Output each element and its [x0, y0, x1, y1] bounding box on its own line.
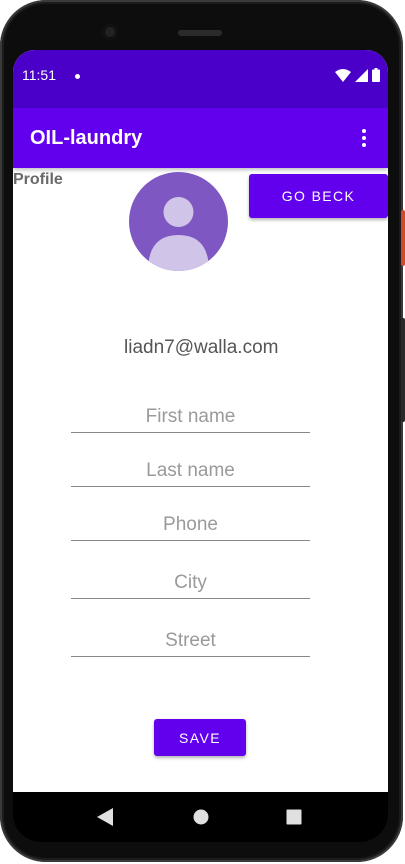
profile-label: Profile [13, 171, 63, 188]
email-text: liadn7@walla.com [124, 337, 279, 358]
cellular-signal-icon [355, 68, 368, 82]
status-bar: 11:51 [13, 50, 388, 108]
save-button[interactable]: SAVE [154, 719, 246, 756]
earpiece-speaker [178, 30, 222, 36]
status-icons [335, 68, 380, 82]
app-screen: 11:51 OIL-laundry Profile GO BECK liadn7… [13, 50, 388, 792]
back-triangle-icon[interactable] [97, 808, 113, 826]
phone-field[interactable] [71, 510, 310, 541]
go-back-button[interactable]: GO BECK [249, 174, 388, 218]
app-bar: OIL-laundry [13, 108, 388, 168]
navigation-bar [13, 792, 388, 842]
phone-frame: 11:51 OIL-laundry Profile GO BECK liadn7… [0, 0, 405, 862]
more-vert-icon[interactable] [352, 126, 376, 150]
account-circle-icon [129, 172, 228, 271]
notification-dot [75, 74, 80, 79]
street-field[interactable] [71, 626, 310, 657]
home-circle-icon[interactable] [193, 808, 209, 826]
app-title: OIL-laundry [30, 127, 143, 149]
first-name-field[interactable] [71, 402, 310, 433]
recents-square-icon[interactable] [286, 808, 302, 826]
status-time: 11:51 [22, 67, 56, 83]
power-button [401, 210, 405, 266]
city-field[interactable] [71, 568, 310, 599]
last-name-field[interactable] [71, 456, 310, 487]
wifi-icon [335, 68, 351, 82]
front-camera [102, 24, 118, 40]
battery-icon [372, 68, 380, 82]
volume-button [401, 318, 405, 422]
